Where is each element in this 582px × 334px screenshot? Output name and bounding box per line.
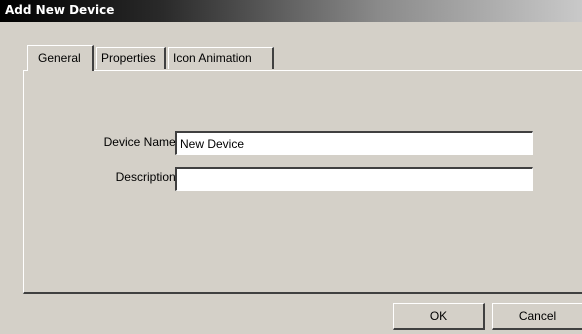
add-new-device-dialog: Add New Device General Properties Icon A…	[0, 0, 582, 334]
device-name-label: Device Name:	[103, 135, 179, 149]
general-tab-panel: Device Name: Description:	[23, 70, 582, 294]
description-label: Description:	[115, 170, 179, 184]
device-name-field[interactable]	[175, 131, 533, 155]
description-field[interactable]	[175, 167, 533, 191]
title-bar[interactable]: Add New Device	[0, 0, 582, 22]
tab-general[interactable]: General	[27, 45, 94, 71]
ok-button[interactable]: OK	[393, 303, 485, 330]
tab-icon-animation[interactable]: Icon Animation	[168, 47, 274, 69]
tab-properties[interactable]: Properties	[96, 47, 166, 69]
cancel-button[interactable]: Cancel	[492, 303, 582, 330]
dialog-title: Add New Device	[5, 3, 115, 17]
